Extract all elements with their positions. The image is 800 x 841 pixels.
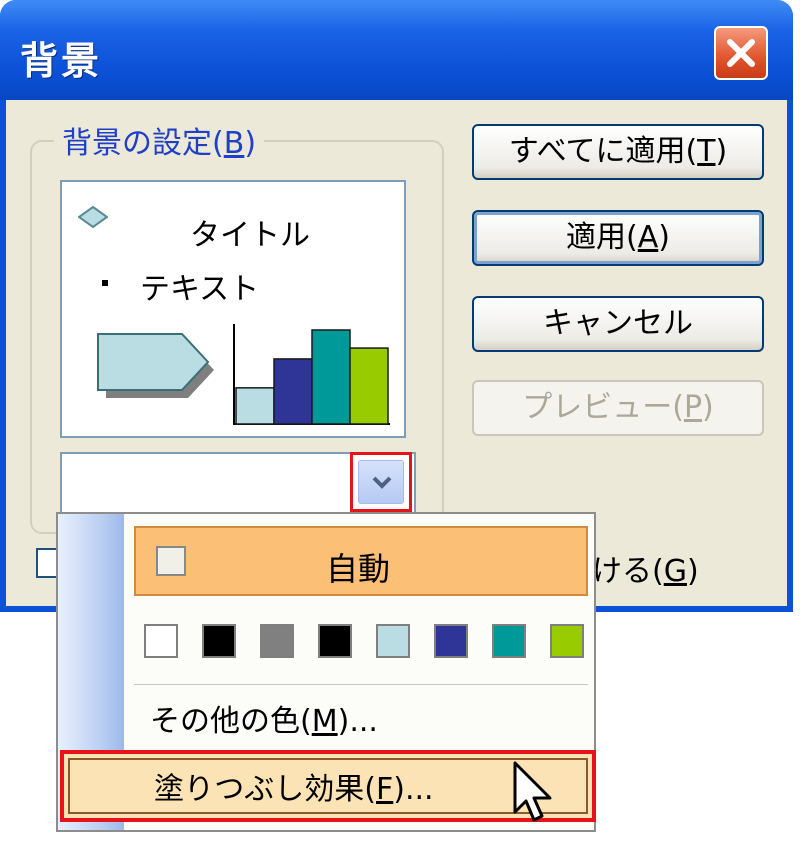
menu-item-more-colors[interactable]: その他の色(M)... xyxy=(150,696,378,740)
fill-effects-label: 塗りつぶし効果(F)... xyxy=(154,772,434,807)
color-swatch[interactable] xyxy=(550,624,584,658)
cancel-button[interactable]: キャンセル xyxy=(472,296,764,352)
diamond-icon xyxy=(78,206,108,228)
preview-button[interactable]: プレビュー(P) xyxy=(472,380,764,436)
dropdown-button-face xyxy=(358,460,404,504)
chart-bar xyxy=(349,347,389,425)
preview-bullet xyxy=(102,280,108,286)
color-swatch[interactable] xyxy=(492,624,526,658)
dialog-title: 背景 xyxy=(20,39,103,83)
menu-item-automatic[interactable]: 自動 xyxy=(134,526,588,596)
group-label: 背景の設定(B) xyxy=(54,118,265,162)
menu-separator xyxy=(134,684,588,685)
preview-text: テキスト xyxy=(140,272,260,307)
arrow-shape-icon xyxy=(97,333,214,398)
close-button[interactable] xyxy=(714,26,768,80)
apply-all-button[interactable]: すべてに適用(T) xyxy=(472,124,764,180)
checkbox-label: ける(G) xyxy=(592,554,699,589)
color-swatch[interactable] xyxy=(318,624,352,658)
preview-title: タイトル xyxy=(190,218,310,253)
color-swatch[interactable] xyxy=(434,624,468,658)
close-icon xyxy=(727,39,755,67)
automatic-label: 自動 xyxy=(326,550,391,588)
color-swatch[interactable] xyxy=(260,624,294,658)
color-dropdown-button[interactable] xyxy=(350,452,412,512)
mouse-pointer-icon xyxy=(513,761,552,822)
slide-preview: タイトル テキスト xyxy=(60,180,406,438)
color-swatch[interactable] xyxy=(144,624,178,658)
apply-button[interactable]: 適用(A) xyxy=(472,210,764,266)
chart-bar xyxy=(273,358,313,425)
title-bar[interactable]: 背景 xyxy=(0,0,793,100)
chart-bar xyxy=(235,387,275,425)
color-swatch[interactable] xyxy=(376,624,410,658)
chart-bar xyxy=(311,329,351,425)
chevron-down-icon xyxy=(372,476,392,489)
preview-chart xyxy=(233,324,390,425)
automatic-swatch xyxy=(156,546,186,576)
color-swatch[interactable] xyxy=(202,624,236,658)
